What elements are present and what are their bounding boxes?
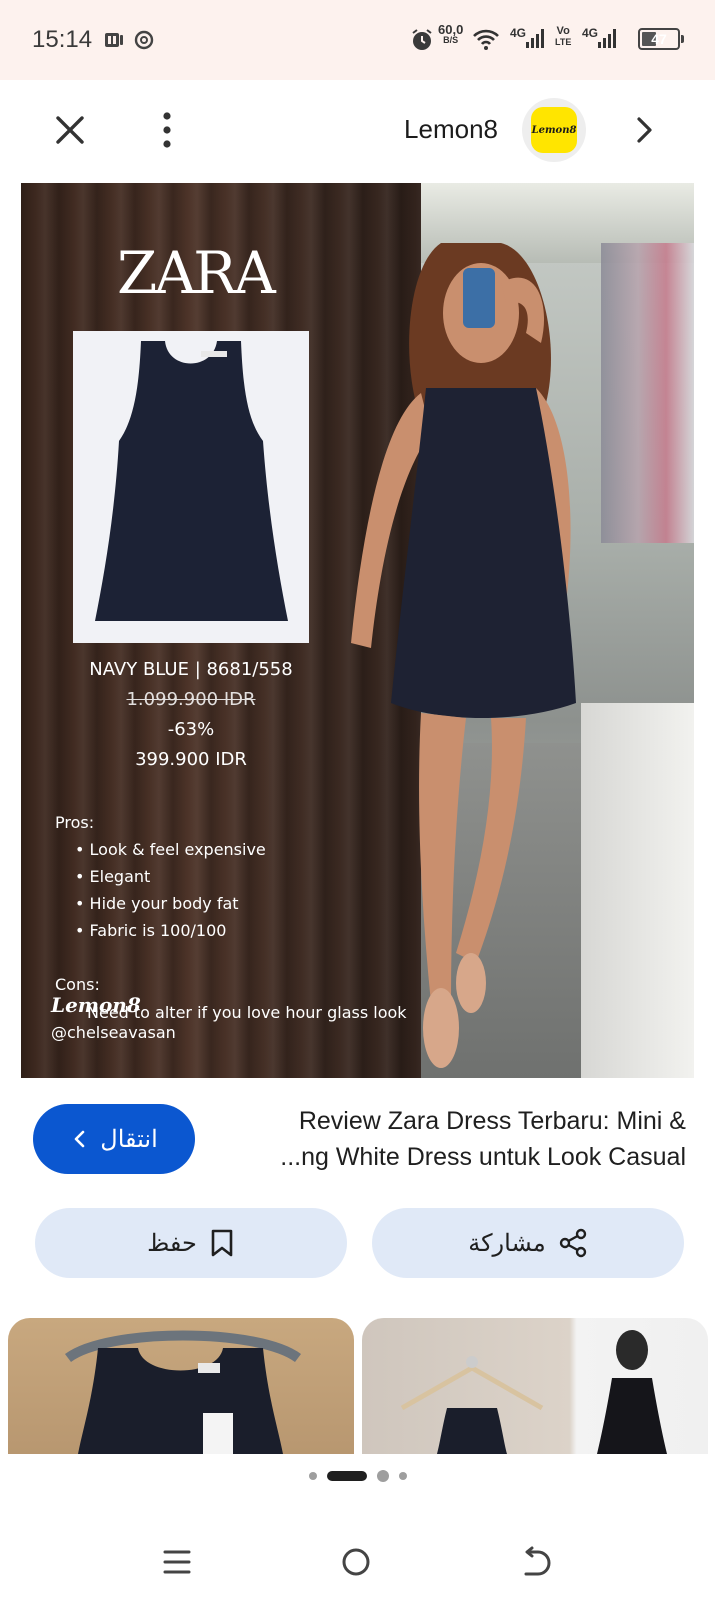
chevron-left-icon xyxy=(74,1130,85,1148)
signal-1-icon: 4G xyxy=(510,26,545,50)
dress-product-image xyxy=(95,341,288,621)
source-app-name[interactable]: Lemon8 xyxy=(380,114,498,145)
sale-price: 399.900 IDR xyxy=(135,749,247,770)
author-handle: @chelseavasan xyxy=(51,1023,176,1042)
home-icon[interactable] xyxy=(340,1546,372,1578)
visit-button[interactable]: انتقال xyxy=(33,1104,195,1174)
share-label: مشاركة xyxy=(468,1229,546,1257)
pros-item: Hide your body fat xyxy=(75,894,239,913)
zara-logo: ZARA xyxy=(117,239,276,307)
net-speed: 60,0 B/S xyxy=(438,22,464,45)
page-dot xyxy=(376,1470,389,1482)
battery-icon: 47 xyxy=(638,28,680,50)
lemon8-watermark: Lemon8 xyxy=(51,993,141,1017)
status-time: 15:14 xyxy=(32,26,93,53)
recent-apps-icon[interactable] xyxy=(162,1548,192,1576)
battery-tip xyxy=(681,35,684,43)
system-nav-bar xyxy=(0,1520,715,1600)
discount: -63% xyxy=(167,719,215,740)
product-photo xyxy=(73,331,309,643)
threads-icon xyxy=(134,28,154,52)
color-code: NAVY BLUE | 8681/558 xyxy=(89,659,293,680)
more-options-icon[interactable] xyxy=(152,110,182,150)
pros-item: Look & feel expensive xyxy=(75,840,266,859)
pros-title: Pros: xyxy=(55,813,95,832)
original-price: 1.099.900 IDR xyxy=(126,689,256,710)
notification-app-icon xyxy=(104,28,124,52)
pros-item: Fabric is 100/100 xyxy=(75,921,227,940)
related-image-photo xyxy=(400,1330,667,1454)
bookmark-icon xyxy=(211,1229,233,1257)
signal-2-icon: 4G xyxy=(582,26,617,50)
result-title-line1: Review Zara Dress Terbaru: Mini & xyxy=(298,1107,686,1135)
lemon8-logo-icon: Lemon8 xyxy=(531,107,577,153)
back-icon[interactable] xyxy=(520,1546,552,1578)
related-image[interactable] xyxy=(8,1318,354,1454)
share-icon xyxy=(559,1228,586,1258)
person-photo xyxy=(351,243,576,1068)
source-app-logo[interactable]: Lemon8 xyxy=(522,98,586,162)
cons-title: Cons: xyxy=(55,975,100,994)
save-label: حفظ xyxy=(147,1229,197,1257)
battery-level: 47 xyxy=(651,31,667,47)
volte-icon: Vo LTE xyxy=(555,25,572,48)
result-title[interactable]: Review Zara Dress Terbaru: Mini & ...ng … xyxy=(226,1103,686,1175)
page-dot-active xyxy=(326,1471,367,1481)
close-icon[interactable] xyxy=(52,112,88,148)
related-image[interactable] xyxy=(362,1318,708,1454)
pros-item: Elegant xyxy=(75,867,151,886)
share-button[interactable]: مشاركة xyxy=(372,1208,684,1278)
wifi-icon xyxy=(472,28,500,52)
main-image[interactable]: ZARA NAVY BLUE | 8681/558 1.099.900 IDR … xyxy=(21,183,694,1078)
page-dot xyxy=(308,1472,317,1480)
page-dot xyxy=(398,1472,407,1480)
chevron-right-icon[interactable] xyxy=(626,112,662,148)
related-image-photo xyxy=(65,1330,301,1454)
result-title-line2: ...ng White Dress untuk Look Casual xyxy=(280,1143,686,1171)
save-button[interactable]: حفظ xyxy=(35,1208,347,1278)
alarm-icon xyxy=(410,28,434,52)
page-indicator xyxy=(0,1470,715,1482)
visit-label: انتقال xyxy=(100,1125,158,1153)
